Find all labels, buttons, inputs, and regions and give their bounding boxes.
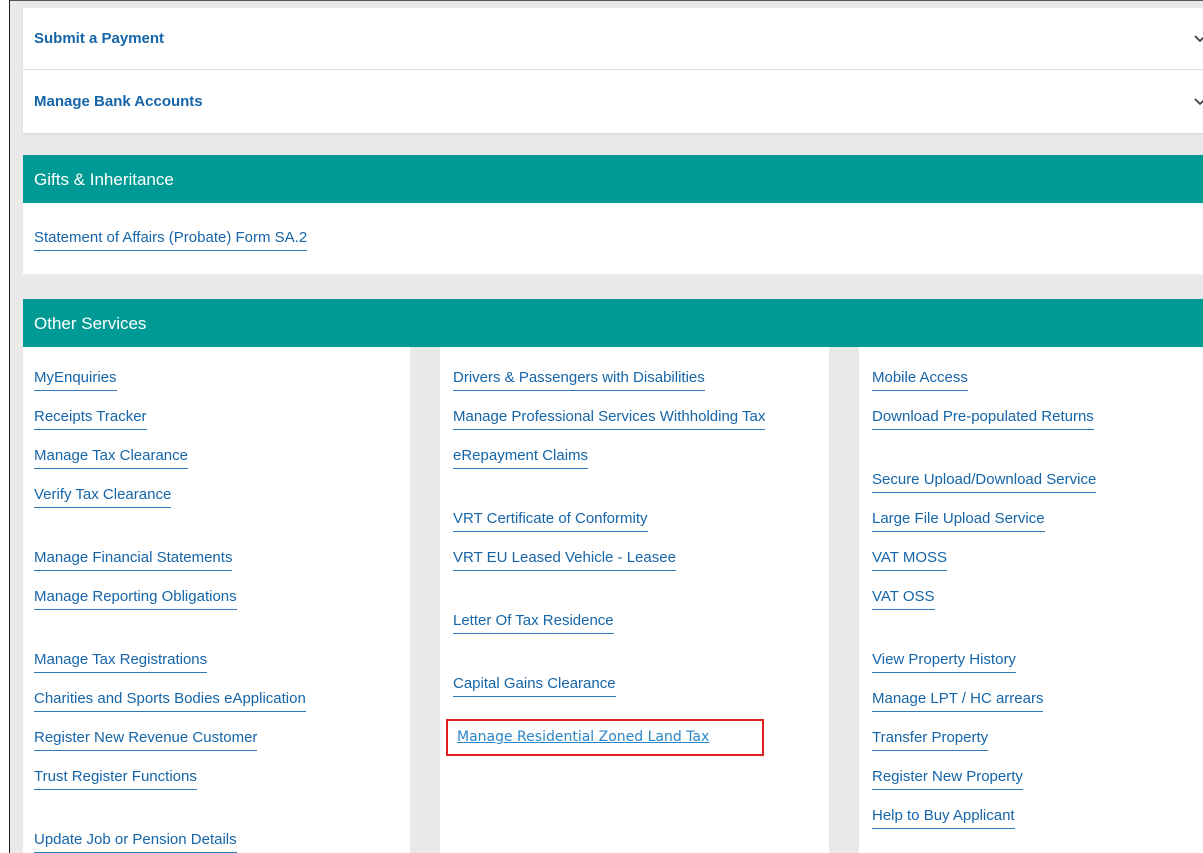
accordion-label[interactable]: Manage Bank Accounts	[34, 93, 203, 110]
section-header: Other Services	[23, 299, 1203, 347]
link-erepayment-claims[interactable]: eRepayment Claims	[453, 447, 589, 469]
accordion-label[interactable]: Submit a Payment	[34, 30, 164, 47]
payments-accordion: Submit a Payment Manage Bank Accounts	[23, 8, 1203, 133]
link-update-job-pension[interactable]: Update Job or Pension Details	[34, 831, 237, 853]
link-professional-services-withholding-tax[interactable]: Manage Professional Services Withholding…	[453, 408, 766, 430]
link-transfer-property[interactable]: Transfer Property	[872, 729, 989, 751]
link-statement-of-affairs[interactable]: Statement of Affairs (Probate) Form SA.2	[34, 229, 308, 251]
link-large-file-upload[interactable]: Large File Upload Service	[872, 510, 1045, 532]
link-trust-register-functions[interactable]: Trust Register Functions	[34, 768, 197, 790]
link-view-property-history[interactable]: View Property History	[872, 651, 1016, 673]
services-column-2: Drivers & Passengers with Disabilities M…	[440, 347, 829, 853]
highlight-box: Manage Residential Zoned Land Tax	[446, 719, 764, 756]
link-help-to-buy-applicant[interactable]: Help to Buy Applicant	[872, 807, 1015, 829]
link-mobile-access[interactable]: Mobile Access	[872, 369, 968, 391]
link-vrt-certificate-conformity[interactable]: VRT Certificate of Conformity	[453, 510, 648, 532]
link-vrt-eu-leased-vehicle[interactable]: VRT EU Leased Vehicle - Leasee	[453, 549, 676, 571]
section-title: Other Services	[34, 314, 147, 333]
link-myenquiries[interactable]: MyEnquiries	[34, 369, 117, 391]
link-capital-gains-clearance[interactable]: Capital Gains Clearance	[453, 675, 616, 697]
other-services-panel: Other Services MyEnquiries Receipts Trac…	[23, 299, 1203, 853]
link-download-prepopulated-returns[interactable]: Download Pre-populated Returns	[872, 408, 1094, 430]
link-register-new-revenue-customer[interactable]: Register New Revenue Customer	[34, 729, 258, 751]
link-letter-of-tax-residence[interactable]: Letter Of Tax Residence	[453, 612, 614, 634]
link-secure-upload-download[interactable]: Secure Upload/Download Service	[872, 471, 1097, 493]
link-receipts-tracker[interactable]: Receipts Tracker	[34, 408, 147, 430]
link-manage-reporting-obligations[interactable]: Manage Reporting Obligations	[34, 588, 237, 610]
page: Submit a Payment Manage Bank Accounts Gi…	[0, 0, 1203, 853]
link-manage-tax-registrations[interactable]: Manage Tax Registrations	[34, 651, 208, 673]
chevron-down-icon[interactable]	[1193, 91, 1203, 111]
link-manage-residential-zoned-land-tax[interactable]: Manage Residential Zoned Land Tax	[457, 729, 709, 745]
services-column-1: MyEnquiries Receipts Tracker Manage Tax …	[23, 347, 410, 853]
link-vat-moss[interactable]: VAT MOSS	[872, 549, 948, 571]
link-vat-oss[interactable]: VAT OSS	[872, 588, 935, 610]
link-charities-sports-bodies[interactable]: Charities and Sports Bodies eApplication	[34, 690, 306, 712]
link-verify-tax-clearance[interactable]: Verify Tax Clearance	[34, 486, 172, 508]
accordion-item-submit-payment[interactable]: Submit a Payment	[23, 8, 1203, 70]
chevron-down-icon[interactable]	[1193, 28, 1203, 48]
column-gutter	[829, 347, 859, 853]
gifts-inheritance-panel: Gifts & Inheritance Statement of Affairs…	[23, 155, 1203, 274]
link-manage-financial-statements[interactable]: Manage Financial Statements	[34, 549, 233, 571]
accordion-item-manage-bank-accounts[interactable]: Manage Bank Accounts	[23, 71, 1203, 133]
left-edge	[0, 0, 10, 853]
services-column-3: Mobile Access Download Pre-populated Ret…	[859, 347, 1203, 853]
link-manage-lpt-hc-arrears[interactable]: Manage LPT / HC arrears	[872, 690, 1044, 712]
link-drivers-passengers-disabilities[interactable]: Drivers & Passengers with Disabilities	[453, 369, 705, 391]
section-title: Gifts & Inheritance	[34, 170, 174, 189]
section-header: Gifts & Inheritance	[23, 155, 1203, 203]
link-register-new-property[interactable]: Register New Property	[872, 768, 1023, 790]
column-gutter	[410, 347, 440, 853]
top-divider	[0, 0, 1203, 1]
link-manage-tax-clearance[interactable]: Manage Tax Clearance	[34, 447, 188, 469]
